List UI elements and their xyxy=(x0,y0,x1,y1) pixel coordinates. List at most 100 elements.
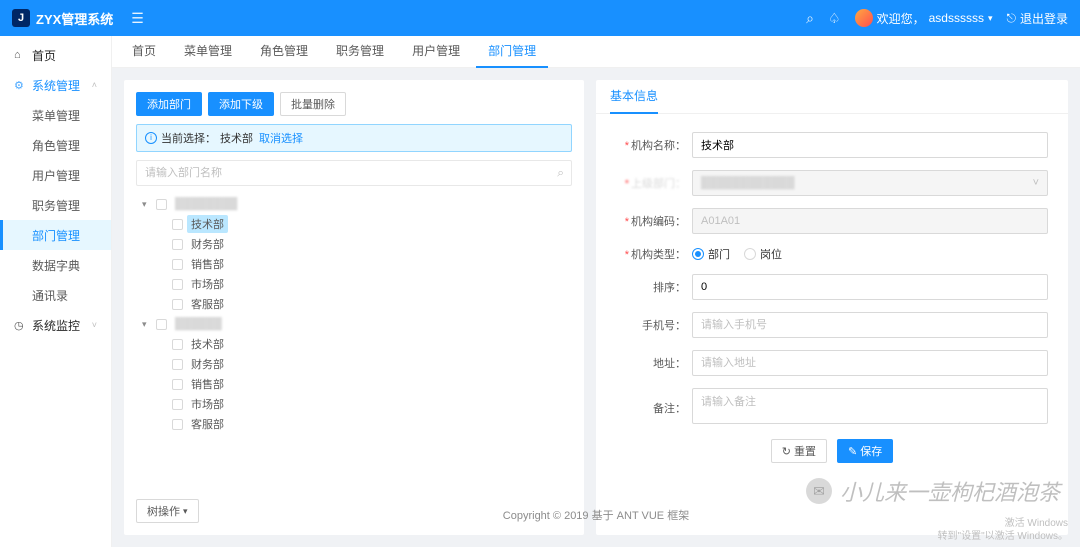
sidebar-item-position[interactable]: 职务管理 xyxy=(0,190,111,220)
tab-menu[interactable]: 菜单管理 xyxy=(172,36,244,68)
sort-field[interactable] xyxy=(692,274,1048,300)
label-phone: 手机号： xyxy=(616,317,686,333)
app-header: J ZYX管理系统 ☰ ⌕ ♤ 欢迎您， asdssssss ▾ ⎋ 退出登录 xyxy=(0,0,1080,36)
search-icon[interactable]: ⌕ xyxy=(557,166,564,181)
tree-checkbox[interactable] xyxy=(172,379,183,390)
caret-down-icon[interactable]: ▾ xyxy=(142,319,152,330)
radio-dept[interactable]: 部门 xyxy=(692,246,730,262)
page-tabs: 首页 菜单管理 角色管理 职务管理 用户管理 部门管理 xyxy=(112,36,1080,68)
search-input[interactable] xyxy=(136,160,572,186)
tree-root-2[interactable]: ▾ ██████ xyxy=(136,314,572,334)
tree-toolbar: 添加部门 添加下级 批量删除 xyxy=(136,92,572,116)
tree-item[interactable]: 市场部 xyxy=(136,274,572,294)
tree-item-label[interactable]: 销售部 xyxy=(187,255,228,273)
tree-item[interactable]: 财务部 xyxy=(136,234,572,254)
clear-selection-link[interactable]: 取消选择 xyxy=(259,130,303,146)
dept-form: *机构名称： *上级部门： ████████████ ˅ *机 xyxy=(596,114,1068,473)
tree-item[interactable]: 技术部 xyxy=(136,334,572,354)
add-dept-button[interactable]: 添加部门 xyxy=(136,92,202,116)
tree-checkbox[interactable] xyxy=(156,319,167,330)
phone-field[interactable] xyxy=(692,312,1048,338)
tree-checkbox[interactable] xyxy=(172,219,183,230)
tab-role[interactable]: 角色管理 xyxy=(248,36,320,68)
tree-item[interactable]: 客服部 xyxy=(136,294,572,314)
save-icon: ✎ xyxy=(848,445,857,458)
label-address: 地址： xyxy=(616,355,686,371)
side-menu: ⌂ 首页 ⚙ 系统管理 ˄ 菜单管理 角色管理 用户管理 职务管理 部门管理 数… xyxy=(0,36,112,547)
tree-item-label[interactable]: 财务部 xyxy=(187,235,228,253)
sidebar-item-contacts[interactable]: 通讯录 xyxy=(0,280,111,310)
welcome-user[interactable]: 欢迎您， asdssssss ▾ xyxy=(855,9,993,27)
tree-item-label[interactable]: 市场部 xyxy=(187,395,228,413)
tree-checkbox[interactable] xyxy=(172,419,183,430)
tree-item[interactable]: 客服部 xyxy=(136,414,572,434)
logo-badge: J xyxy=(12,9,30,27)
activate-line1: 激活 Windows xyxy=(938,517,1068,530)
tree-item-label[interactable]: 技术部 xyxy=(187,215,228,233)
tree-item-label[interactable]: 市场部 xyxy=(187,275,228,293)
radio-position[interactable]: 岗位 xyxy=(744,246,782,262)
address-field[interactable] xyxy=(692,350,1048,376)
logout-link[interactable]: ⎋ 退出登录 xyxy=(1006,10,1068,27)
tree-item[interactable]: 销售部 xyxy=(136,374,572,394)
tree-root-1[interactable]: ▾ ████████ xyxy=(136,194,572,214)
bell-icon[interactable]: ♤ xyxy=(828,10,841,27)
tree-item-label[interactable]: 客服部 xyxy=(187,415,228,433)
tree-root-label[interactable]: ██████ xyxy=(171,317,226,331)
tree-checkbox[interactable] xyxy=(172,279,183,290)
search-icon[interactable]: ⌕ xyxy=(806,10,814,27)
tree-checkbox[interactable] xyxy=(172,399,183,410)
sidebar-item-home[interactable]: ⌂ 首页 xyxy=(0,40,111,70)
tree-item-label[interactable]: 财务部 xyxy=(187,355,228,373)
tab-dept[interactable]: 部门管理 xyxy=(476,36,548,68)
activate-line2: 转到"设置"以激活 Windows。 xyxy=(938,530,1068,543)
sidebar-collapse-icon[interactable]: ☰ xyxy=(131,10,144,27)
tree-item-label[interactable]: 销售部 xyxy=(187,375,228,393)
sidebar-group-system[interactable]: ⚙ 系统管理 ˄ xyxy=(0,70,111,100)
reset-button[interactable]: ↻重置 xyxy=(771,439,827,463)
tree-checkbox[interactable] xyxy=(172,239,183,250)
org-name-field[interactable] xyxy=(692,132,1048,158)
selection-bar: i 当前选择： 技术部 取消选择 xyxy=(136,124,572,152)
sidebar-item-label: 通讯录 xyxy=(32,287,68,304)
tree-checkbox[interactable] xyxy=(172,339,183,350)
tab-home[interactable]: 首页 xyxy=(120,36,168,68)
sidebar-item-user[interactable]: 用户管理 xyxy=(0,160,111,190)
sidebar-item-dept[interactable]: 部门管理 xyxy=(0,220,111,250)
tree-checkbox[interactable] xyxy=(156,199,167,210)
tree-item[interactable]: 财务部 xyxy=(136,354,572,374)
tree-root-label[interactable]: ████████ xyxy=(171,197,241,211)
label-parent: *上级部门： xyxy=(616,175,686,191)
tree-item[interactable]: 市场部 xyxy=(136,394,572,414)
sidebar-item-menu[interactable]: 菜单管理 xyxy=(0,100,111,130)
caret-down-icon[interactable]: ▾ xyxy=(142,199,152,210)
tree-item[interactable]: 技术部 xyxy=(136,214,572,234)
sidebar-group-monitor[interactable]: ◷ 系统监控 ˅ xyxy=(0,310,111,340)
tab-position[interactable]: 职务管理 xyxy=(324,36,396,68)
tree-item-label[interactable]: 客服部 xyxy=(187,295,228,313)
tab-user[interactable]: 用户管理 xyxy=(400,36,472,68)
footer-copyright: Copyright © 2019 基于 ANT VUE 框架 xyxy=(112,507,1080,523)
parent-select-value: ████████████ xyxy=(701,177,795,189)
tree-checkbox[interactable] xyxy=(172,259,183,270)
tree-item[interactable]: 销售部 xyxy=(136,254,572,274)
dept-tree: ▾ ████████ 技术部财务部销售部市场部客服部 ▾ ██████ 技术部财… xyxy=(136,194,572,491)
parent-select[interactable]: ████████████ ˅ xyxy=(692,170,1048,196)
sidebar-item-label: 用户管理 xyxy=(32,167,80,184)
tree-checkbox[interactable] xyxy=(172,359,183,370)
batch-delete-button[interactable]: 批量删除 xyxy=(280,92,346,116)
add-sub-button[interactable]: 添加下级 xyxy=(208,92,274,116)
gear-icon: ⚙ xyxy=(14,79,26,92)
sidebar-item-role[interactable]: 角色管理 xyxy=(0,130,111,160)
app-title: ZYX管理系统 xyxy=(36,9,113,28)
content: 添加部门 添加下级 批量删除 i 当前选择： 技术部 取消选择 ⌕ ▾ xyxy=(112,68,1080,547)
detail-tab-basic[interactable]: 基本信息 xyxy=(610,80,658,114)
tree-item-label[interactable]: 技术部 xyxy=(187,335,228,353)
dept-tree-card: 添加部门 添加下级 批量删除 i 当前选择： 技术部 取消选择 ⌕ ▾ xyxy=(124,80,584,535)
save-button[interactable]: ✎保存 xyxy=(837,439,893,463)
tree-checkbox[interactable] xyxy=(172,299,183,310)
remark-field[interactable] xyxy=(692,388,1048,424)
sidebar-item-dict[interactable]: 数据字典 xyxy=(0,250,111,280)
tab-label: 职务管理 xyxy=(336,42,384,59)
windows-activate-hint: 激活 Windows 转到"设置"以激活 Windows。 xyxy=(938,517,1068,543)
